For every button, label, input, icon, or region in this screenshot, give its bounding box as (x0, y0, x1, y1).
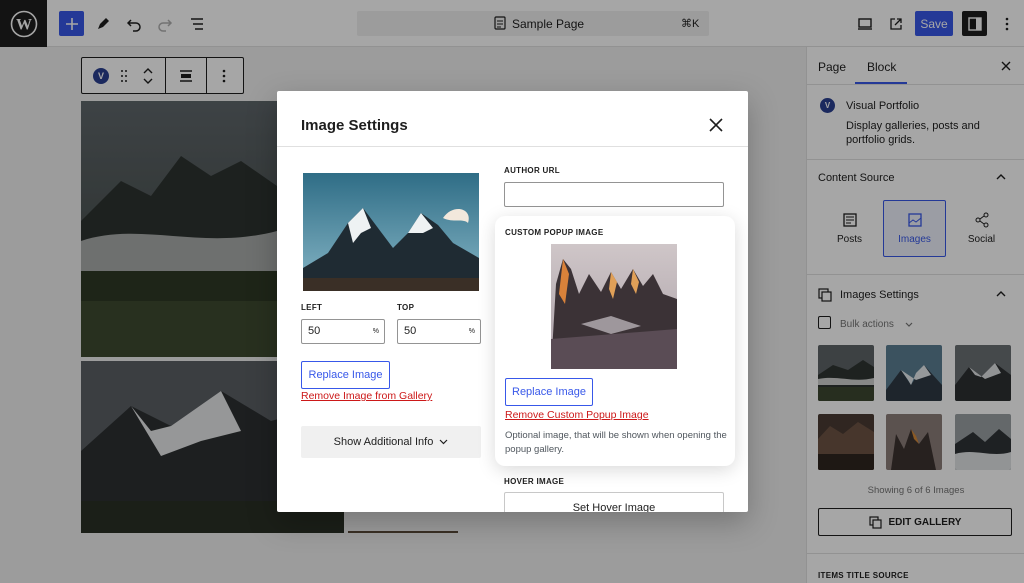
replace-image-button[interactable]: Replace Image (301, 361, 390, 389)
set-hover-image-button[interactable]: Set Hover Image (504, 492, 724, 512)
hover-image-label: HOVER IMAGE (504, 477, 565, 486)
show-additional-info-button[interactable]: Show Additional Info (301, 426, 481, 458)
author-url-input[interactable] (504, 182, 724, 207)
image-preview[interactable] (303, 173, 479, 291)
remove-custom-popup-image-link[interactable]: Remove Custom Popup Image (505, 409, 649, 421)
close-icon[interactable] (709, 118, 723, 132)
left-unit: % (372, 328, 379, 335)
modal-backdrop-header (0, 0, 1024, 47)
popup-help-text: Optional image, that will be shown when … (505, 430, 727, 455)
modal-title: Image Settings (301, 117, 408, 134)
author-url-label: AUTHOR URL (504, 166, 560, 175)
custom-popup-image-preview[interactable] (551, 244, 677, 369)
custom-popup-image-label: CUSTOM POPUP IMAGE (505, 228, 604, 237)
popup-replace-image-button[interactable]: Replace Image (505, 378, 593, 406)
left-label: LEFT (301, 303, 323, 312)
top-position-input[interactable]: 50 % (397, 319, 481, 344)
top-unit: % (468, 328, 475, 335)
modal-backdrop-sidebar (806, 47, 1024, 583)
remove-image-from-gallery-link[interactable]: Remove Image from Gallery (301, 390, 432, 402)
top-label: TOP (397, 303, 415, 312)
chevron-down-icon (439, 439, 448, 445)
left-position-input[interactable]: 50 % (301, 319, 385, 344)
custom-popup-image-panel: CUSTOM POPUP IMAGE Replace Image Remove … (495, 216, 735, 466)
